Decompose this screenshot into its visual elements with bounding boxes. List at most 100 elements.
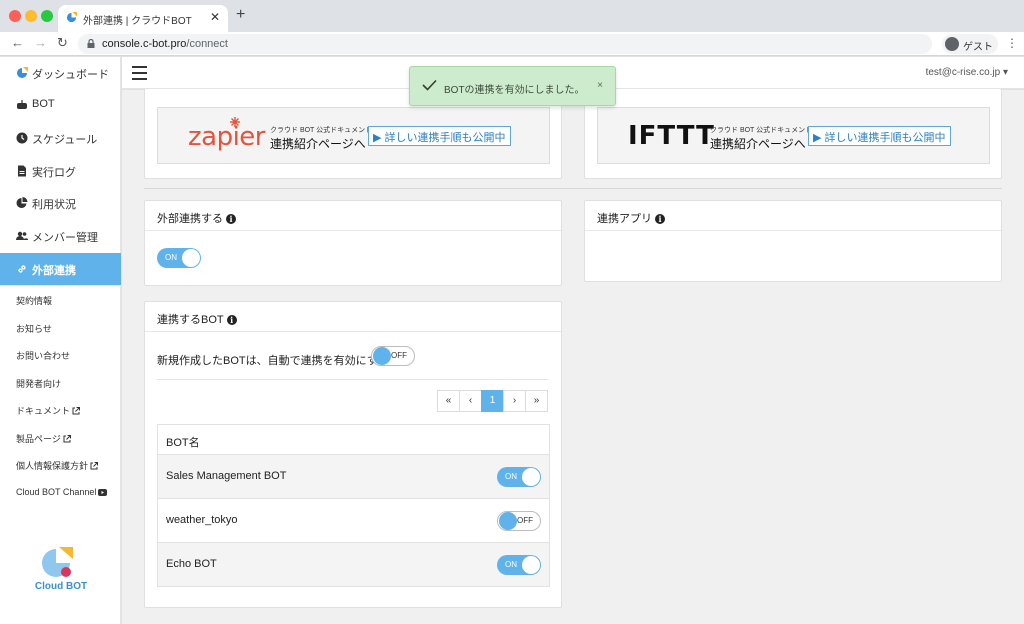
sidebar-item-bot[interactable]: BOT [0, 89, 121, 121]
bot-toggle-sales-management[interactable]: ON [497, 467, 541, 487]
last-page-button[interactable]: » [525, 390, 548, 412]
file-icon [18, 165, 26, 177]
profile-label: ゲスト [963, 42, 993, 53]
toggle-knob [522, 556, 540, 574]
sidebar-link-channel[interactable]: Cloud BOT Channel [16, 487, 108, 497]
maximize-window-button[interactable] [41, 10, 53, 22]
section-divider [144, 188, 1002, 189]
profile-button[interactable]: ゲスト [942, 34, 998, 54]
user-menu[interactable]: test@c-rise.co.jp ▾ [926, 67, 1008, 78]
url-domain: console.c-bot.pro [102, 38, 187, 50]
close-tab-icon[interactable]: ✕ [210, 10, 220, 24]
toggle-label: OFF [517, 516, 533, 525]
column-header-bot-name: BOT名 [166, 437, 200, 449]
banner-big-text: 連携紹介ページへ [270, 137, 366, 151]
toggle-knob [182, 249, 200, 267]
sidebar-link-news[interactable]: お知らせ [16, 322, 52, 335]
card-title: 連携アプリ i [597, 210, 665, 226]
sidebar-item-schedule[interactable]: スケジュール [0, 122, 121, 154]
link-icon [18, 265, 26, 273]
zapier-banner[interactable]: zapier クラウド BOT 公式ドキュメント 連携紹介ページへ ▶ 詳しい連… [157, 107, 550, 164]
bot-name: Sales Management BOT [166, 470, 287, 482]
sidebar-item-members[interactable]: メンバー管理 [0, 220, 121, 252]
table-row: weather_tokyo OFF [157, 499, 550, 543]
address-bar: ← → ↻ console.c-bot.pro/connect ゲスト ⋮ [0, 32, 1024, 56]
info-icon[interactable]: i [226, 214, 236, 224]
sidebar-link-contact[interactable]: お問い合わせ [16, 349, 70, 362]
sidebar-link-label: ドキュメント [16, 406, 71, 416]
table-header: BOT名 [157, 424, 550, 455]
checkmark-icon [422, 79, 437, 91]
url-text: console.c-bot.pro/connect [102, 38, 228, 50]
sidebar-item-label: BOT [32, 98, 55, 110]
forward-button[interactable]: → [34, 35, 47, 50]
card-divider [157, 379, 549, 380]
ifttt-logo: IFTTT [628, 121, 715, 151]
main-content: zapier クラウド BOT 公式ドキュメント 連携紹介ページへ ▶ 詳しい連… [122, 89, 1024, 624]
first-page-button[interactable]: « [437, 390, 460, 412]
sidebar-item-dashboard[interactable]: ダッシュボード [0, 57, 121, 89]
sidebar-link-docs[interactable]: ドキュメント [16, 404, 81, 417]
browser-menu-icon[interactable]: ⋮ [1006, 36, 1018, 50]
prev-page-button[interactable]: ‹ [459, 390, 482, 412]
new-tab-button[interactable]: + [236, 6, 245, 24]
bot-toggle-echo[interactable]: ON [497, 555, 541, 575]
sidebar-link-label: 個人情報保護方針 [16, 461, 89, 471]
robot-icon [17, 100, 27, 109]
sidebar-link-developers[interactable]: 開発者向け [16, 377, 61, 390]
sidebar-item-label: ダッシュボード [32, 69, 109, 81]
dashboard-icon [17, 67, 28, 78]
url-path: /connect [186, 38, 228, 50]
clock-icon [16, 132, 28, 144]
toggle-label: ON [505, 560, 517, 569]
close-window-button[interactable] [9, 10, 21, 22]
reload-button[interactable]: ↻ [57, 35, 68, 51]
info-icon[interactable]: i [226, 315, 237, 325]
page-1-button[interactable]: 1 [481, 390, 504, 412]
card-header: 連携するBOT i [145, 302, 561, 332]
sidebar-link-contract[interactable]: 契約情報 [16, 294, 52, 307]
sidebar-item-integrations[interactable]: 外部連携 [0, 253, 121, 285]
bots-table: BOT名 Sales Management BOT ON weather_tok… [157, 424, 550, 587]
sidebar-link-product[interactable]: 製品ページ [16, 432, 71, 445]
info-icon[interactable]: i [655, 214, 665, 224]
ifttt-banner[interactable]: IFTTT クラウド BOT 公式ドキュメント 連携紹介ページへ ▶ 詳しい連携… [597, 107, 990, 164]
sidebar-item-usage[interactable]: 利用状況 [0, 187, 121, 219]
lock-icon [87, 39, 95, 48]
zapier-docs-button[interactable]: ▶ 詳しい連携手順も公開中 [368, 126, 511, 146]
toast-close-icon[interactable]: × [597, 80, 603, 91]
sidebar-link-label: 製品ページ [16, 434, 61, 444]
toggle-knob [373, 347, 391, 365]
external-integration-toggle[interactable]: ON [157, 248, 201, 268]
auto-enable-toggle[interactable]: OFF [371, 346, 415, 366]
toggle-knob [522, 468, 540, 486]
success-toast: BOTの連携を有効にしました。 × [409, 66, 616, 106]
ifttt-docs-button[interactable]: ▶ 詳しい連携手順も公開中 [808, 126, 951, 146]
hamburger-menu-icon[interactable] [132, 66, 147, 80]
zapier-logo: zapier [188, 122, 266, 152]
external-link-icon [63, 435, 71, 443]
sidebar-item-label: メンバー管理 [32, 232, 98, 244]
banner-big-text: 連携紹介ページへ [710, 137, 806, 151]
favicon-icon [66, 12, 77, 23]
sidebar-item-logs[interactable]: 実行ログ [0, 155, 121, 187]
sidebar-item-label: スケジュール [32, 134, 98, 146]
bot-toggle-weather-tokyo[interactable]: OFF [497, 511, 541, 531]
bot-name: weather_tokyo [166, 514, 238, 526]
youtube-icon [98, 489, 108, 496]
browser-tab[interactable]: 外部連携 | クラウドBOT ✕ [58, 5, 228, 32]
table-row: Sales Management BOT ON [157, 455, 550, 499]
next-page-button[interactable]: › [503, 390, 526, 412]
cloud-bot-logo: Cloud BOT [33, 545, 89, 595]
url-input[interactable]: console.c-bot.pro/connect [78, 34, 932, 54]
pagination: « ‹ 1 › » [437, 390, 548, 412]
external-link-icon [72, 407, 81, 415]
sidebar-link-privacy[interactable]: 個人情報保護方針 [16, 459, 99, 472]
card-header: 連携アプリ i [585, 201, 1001, 231]
table-row: Echo BOT ON [157, 543, 550, 587]
pie-chart-icon [16, 197, 28, 208]
back-button[interactable]: ← [11, 35, 24, 50]
minimize-window-button[interactable] [25, 10, 37, 22]
toggle-label: OFF [391, 351, 407, 360]
avatar [945, 37, 959, 51]
